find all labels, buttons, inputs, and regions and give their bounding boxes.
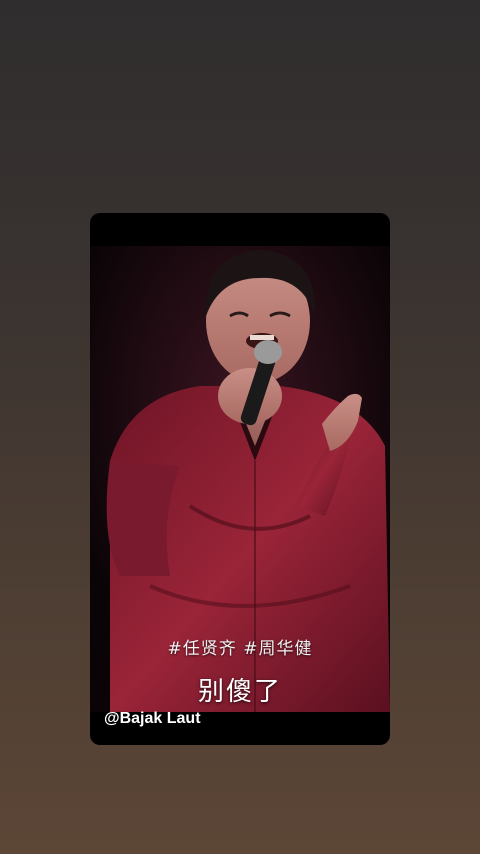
video-frame[interactable]: #任贤齐 #周华健 别傻了 [90,246,390,712]
video-hashtags[interactable]: #任贤齐 #周华健 [90,634,390,659]
video-caption: 别傻了 [197,677,282,707]
story-video-card[interactable]: #任贤齐 #周华健 别傻了 @Bajak Laut [90,213,390,745]
creator-watermark[interactable]: @Bajak Laut [104,710,201,728]
